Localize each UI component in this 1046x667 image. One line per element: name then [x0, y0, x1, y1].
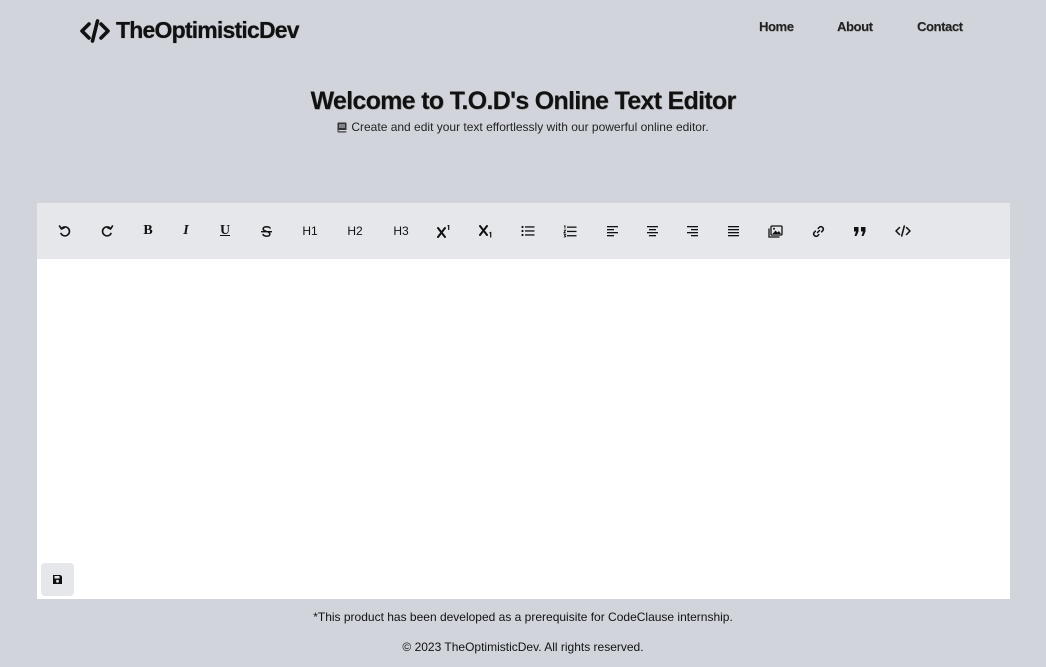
text-editor: B I U H1 H2 H3	[37, 203, 1010, 599]
subscript-icon	[479, 224, 492, 237]
bold-label: B	[143, 223, 153, 238]
unordered-list-button[interactable]	[517, 220, 539, 242]
italic-label: I	[183, 223, 189, 238]
redo-icon	[101, 225, 114, 237]
hero: Welcome to T.O.D's Online Text Editor Cr…	[0, 86, 1046, 134]
align-center-icon	[646, 226, 658, 237]
insert-link-button[interactable]	[807, 220, 829, 242]
quote-icon	[854, 226, 866, 236]
save-button[interactable]	[41, 563, 74, 596]
align-left-icon	[606, 226, 618, 237]
heading-1-button[interactable]: H1	[299, 220, 321, 242]
h3-label: H3	[393, 224, 409, 238]
code-icon	[80, 18, 110, 44]
h2-label: H2	[347, 224, 363, 238]
heading-3-button[interactable]: H3	[390, 220, 412, 242]
navbar: TheOptimisticDev Home About Contact	[0, 0, 1046, 64]
nav-link-contact[interactable]: Contact	[917, 19, 963, 34]
page-subtitle: Create and edit your text effortlessly w…	[0, 120, 1046, 134]
subtitle-text: Create and edit your text effortlessly w…	[351, 120, 709, 134]
unordered-list-icon	[521, 225, 535, 237]
nav-links: Home About Contact	[746, 19, 1046, 39]
h1-label: H1	[302, 224, 318, 238]
blockquote-button[interactable]	[849, 220, 871, 242]
page-title: Welcome to T.O.D's Online Text Editor	[310, 87, 736, 115]
brand-name: TheOptimisticDev	[116, 17, 300, 43]
book-icon	[337, 122, 347, 133]
editor-toolbar: B I U H1 H2 H3	[37, 203, 1010, 259]
bold-button[interactable]: B	[137, 220, 159, 242]
align-justify-icon	[727, 226, 739, 237]
align-right-icon	[686, 226, 698, 237]
editor-content-area[interactable]	[37, 259, 1010, 599]
align-right-button[interactable]	[681, 220, 703, 242]
italic-button[interactable]: I	[175, 220, 197, 242]
footer-copyright: © 2023 TheOptimisticDev. All rights rese…	[402, 640, 644, 654]
strikethrough-icon	[260, 225, 272, 237]
redo-button[interactable]	[96, 220, 118, 242]
ordered-list-button[interactable]	[559, 220, 581, 242]
align-left-button[interactable]	[601, 220, 623, 242]
undo-button[interactable]	[54, 220, 76, 242]
code-icon	[895, 225, 911, 237]
align-center-button[interactable]	[641, 220, 663, 242]
insert-image-button[interactable]	[764, 220, 786, 242]
underline-label: U	[219, 223, 231, 238]
image-icon	[767, 224, 783, 238]
code-button[interactable]	[892, 220, 914, 242]
subscript-button[interactable]	[475, 220, 497, 242]
brand-logo[interactable]: TheOptimisticDev	[80, 17, 300, 44]
heading-2-button[interactable]: H2	[344, 220, 366, 242]
undo-icon	[58, 225, 71, 237]
footer-note: *This product has been developed as a pr…	[313, 610, 733, 624]
strikethrough-button[interactable]	[255, 220, 277, 242]
superscript-button[interactable]	[433, 220, 455, 242]
underline-button[interactable]: U	[214, 220, 236, 242]
ordered-list-icon	[563, 224, 577, 237]
save-icon	[53, 575, 62, 584]
link-icon	[812, 225, 824, 237]
align-justify-button[interactable]	[722, 220, 744, 242]
nav-link-about[interactable]: About	[837, 19, 873, 34]
superscript-icon	[437, 224, 450, 238]
nav-link-home[interactable]: Home	[759, 19, 794, 34]
